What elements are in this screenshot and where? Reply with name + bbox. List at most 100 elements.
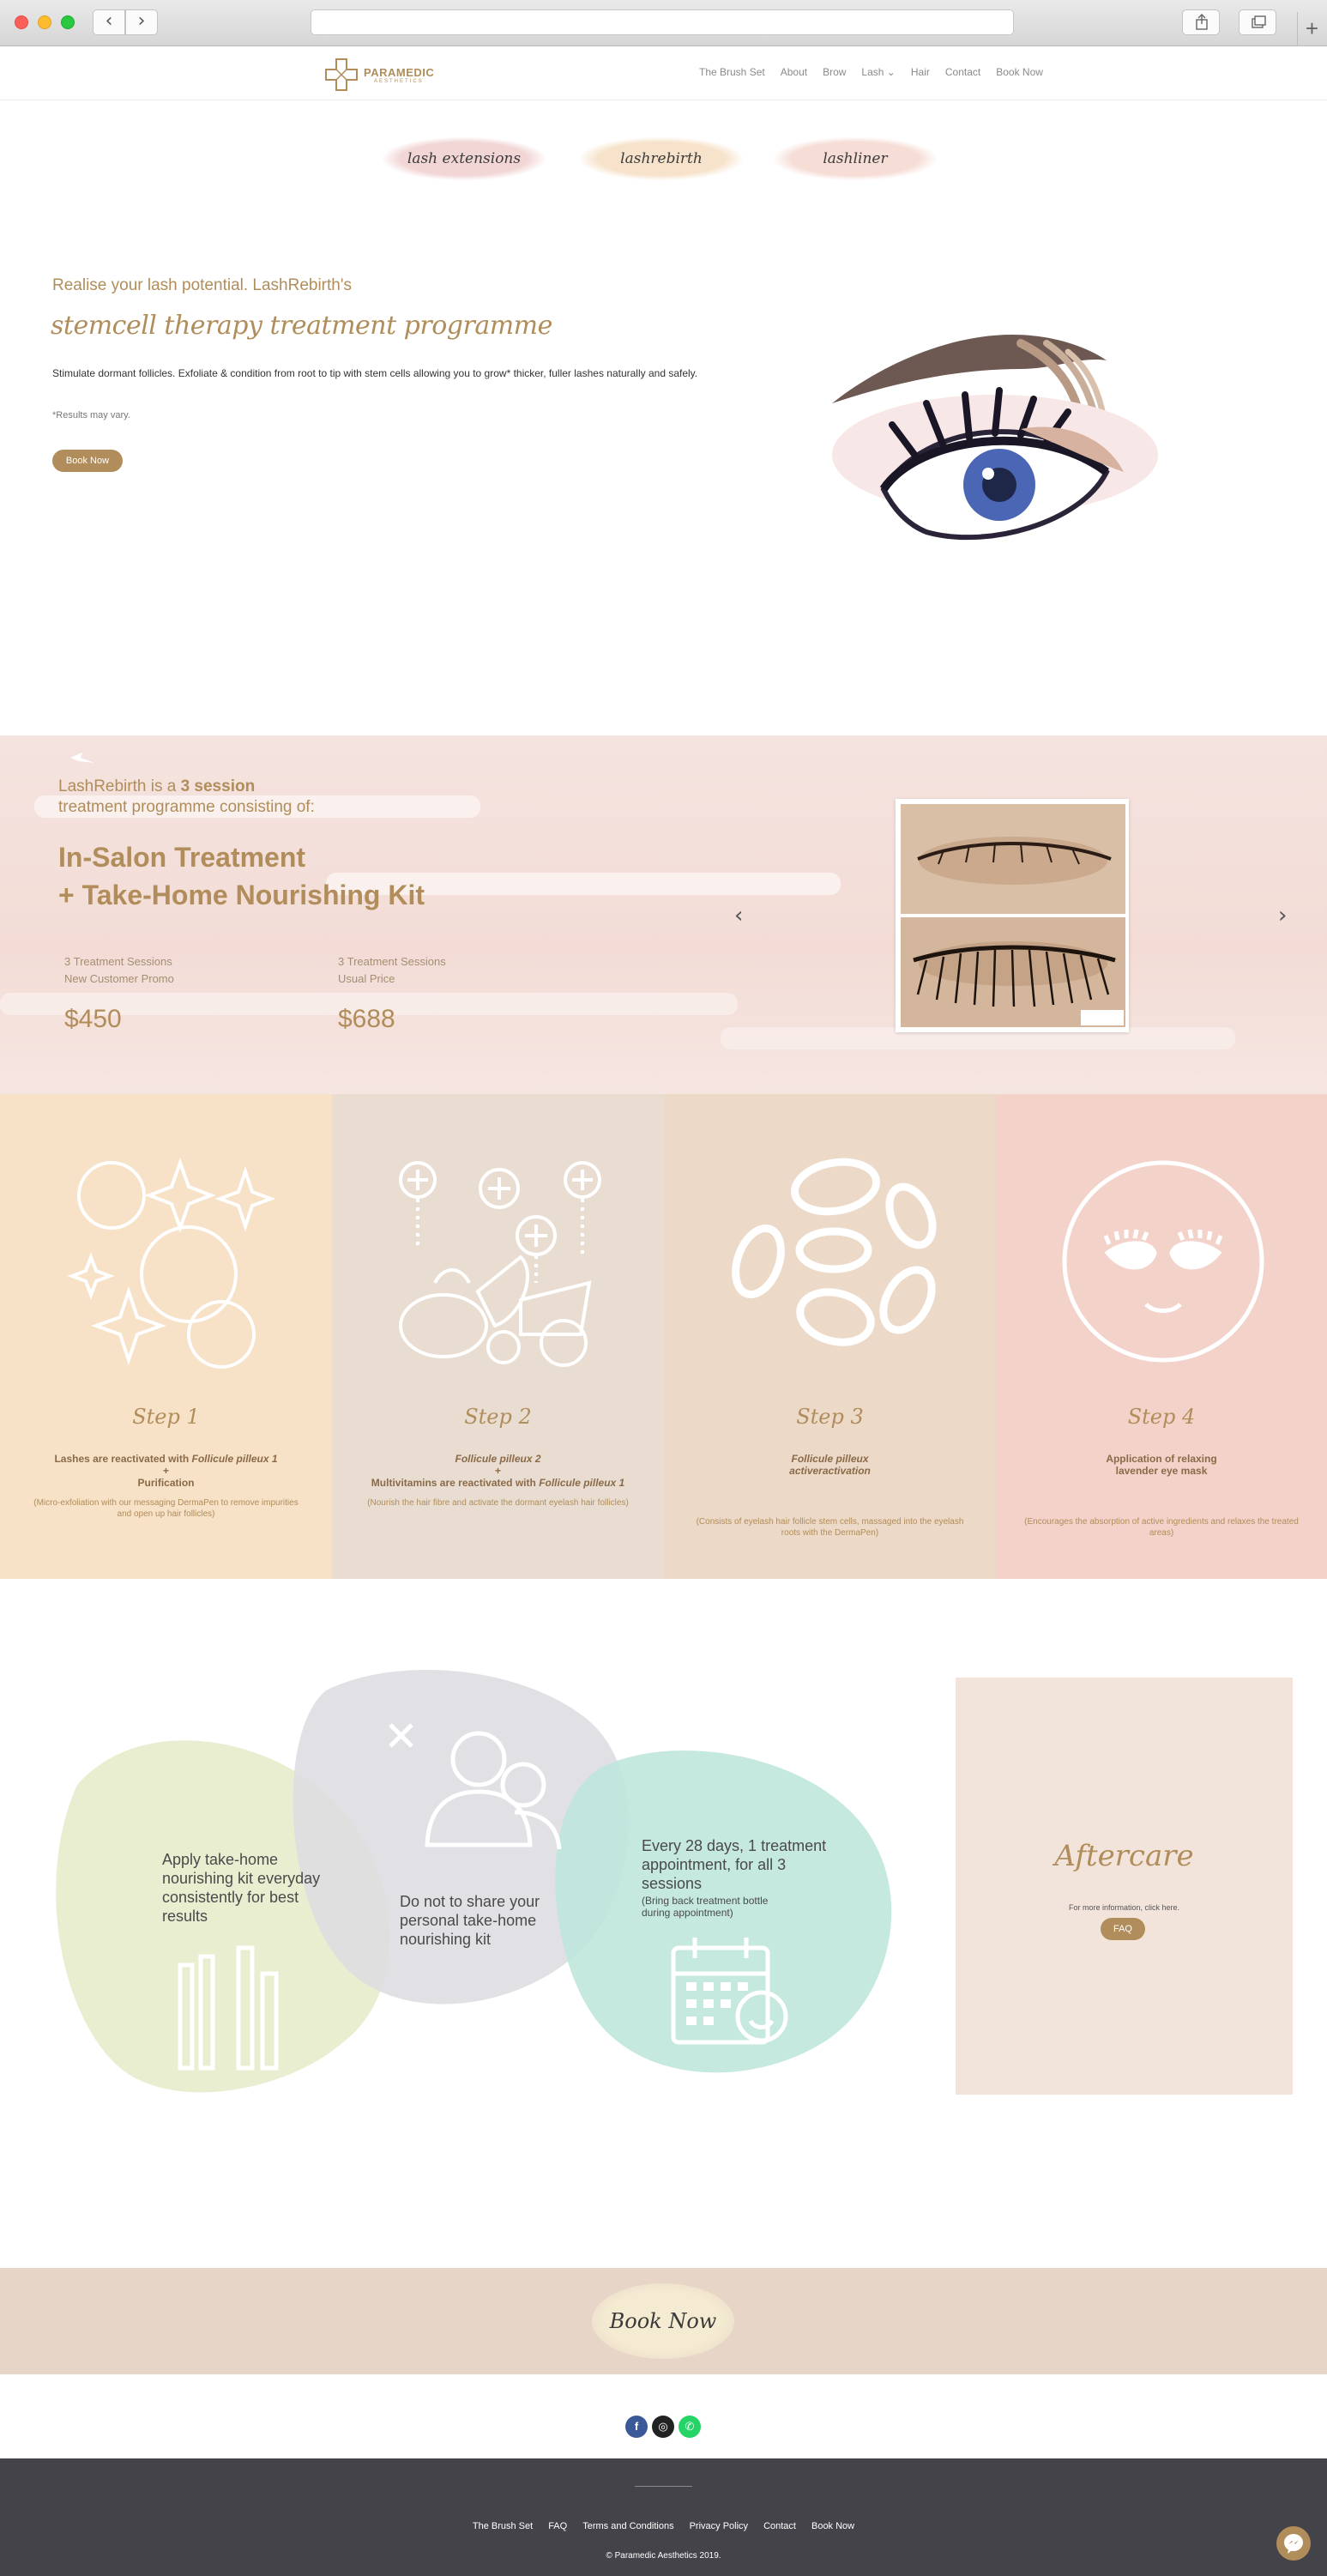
step-description: (Micro-exfoliation with our messaging De… <box>33 1498 299 1519</box>
messenger-chat-button[interactable] <box>1276 2526 1311 2561</box>
step-title: Step 3 <box>796 1405 864 1429</box>
share-button[interactable] <box>1182 9 1220 35</box>
whatsapp-icon[interactable]: ✆ <box>679 2416 701 2438</box>
site-header: PARAMEDIC AESTHETICS The Brush Set About… <box>0 47 1327 100</box>
price-label-usual: 3 Treatment Sessions Usual Price <box>338 953 446 988</box>
tab-lashliner[interactable]: lashliner <box>774 137 937 180</box>
zoom-window-button[interactable] <box>61 15 75 29</box>
logo-text: PARAMEDIC <box>364 66 435 79</box>
minimize-window-button[interactable] <box>38 15 51 29</box>
hero-note: *Results may vary. <box>52 410 130 420</box>
aftercare-info-link[interactable]: For more information, click here. <box>956 1903 1293 1912</box>
nav-link-lash-label: Lash <box>861 66 884 78</box>
faq-button[interactable]: FAQ <box>1101 1918 1145 1940</box>
facebook-icon[interactable]: f <box>625 2416 648 2438</box>
stem-cells-icon <box>732 1158 937 1346</box>
step-heading-emphasis: Follicule pilleux 1 <box>191 1453 278 1465</box>
carousel-next-arrow[interactable]: › <box>1278 903 1287 928</box>
forward-button[interactable]: › <box>125 9 158 35</box>
copyright: © Paramedic Aesthetics 2019. <box>606 2551 721 2561</box>
book-now-band: Book Now <box>0 2268 1327 2374</box>
step-title: Step 2 <box>464 1405 532 1429</box>
blob-text-green: Apply take-home nourishing kit everyday … <box>162 1851 321 1925</box>
step-description: (Encourages the absorption of active ing… <box>1024 1517 1299 1538</box>
tab-lashrebirth[interactable]: lashrebirth <box>580 137 743 180</box>
program-intro-prefix: LashRebirth is a <box>58 777 181 795</box>
footer-divider <box>635 2486 692 2487</box>
hero-book-now-button[interactable]: Book Now <box>52 450 123 472</box>
step-heading-emphasis-2: Follicule pilleux 1 <box>539 1477 625 1489</box>
logo-subtext: AESTHETICS <box>374 79 424 84</box>
messenger-icon <box>1284 2534 1303 2554</box>
site-logo[interactable]: PARAMEDIC AESTHETICS <box>324 54 444 92</box>
nav-link-hair[interactable]: Hair <box>911 66 930 78</box>
tabs-icon <box>1252 15 1266 28</box>
step-description: (Nourish the hair fibre and activate the… <box>367 1498 629 1508</box>
aftercare-card: Aftercare For more information, click he… <box>956 1678 1293 2095</box>
program-intro-bold: 3 session <box>180 777 256 795</box>
step-title: Step 1 <box>132 1405 200 1429</box>
footer-link-contact[interactable]: Contact <box>763 2521 796 2531</box>
aftercare-title: Aftercare <box>1054 1839 1194 1873</box>
step-heading: Application of relaxing lavender eye mas… <box>1013 1453 1310 1477</box>
nav-link-brow[interactable]: Brow <box>823 66 846 78</box>
main-nav: The Brush Set About Brow Lash ⌄ Hair Con… <box>699 66 1043 78</box>
eye-mask-face-icon <box>1062 1160 1264 1363</box>
price-usual: $688 <box>338 1005 395 1033</box>
program-title-line2: + Take-Home Nourishing Kit <box>58 880 425 910</box>
price-label-usual-line1: 3 Treatment Sessions <box>338 955 446 968</box>
step-heading-line1: Follicule pilleux <box>791 1453 869 1465</box>
address-bar[interactable] <box>311 9 1014 35</box>
step-description: (Consists of eyelash hair follicle stem … <box>696 1517 964 1538</box>
blob-text-teal: Every 28 days, 1 treatment appointment, … <box>642 1837 827 1892</box>
lash-before-image <box>901 804 1125 914</box>
footer-link-brush-set[interactable]: The Brush Set <box>473 2521 533 2531</box>
program-intro: LashRebirth is a 3 session treatment pro… <box>58 777 315 818</box>
footer-link-faq[interactable]: FAQ <box>548 2521 567 2531</box>
before-after-photo <box>896 799 1129 1032</box>
footer-link-terms[interactable]: Terms and Conditions <box>582 2521 673 2531</box>
new-tab-button[interactable]: + <box>1297 12 1326 46</box>
blob-text-grey: Do not to share your personal take-home … <box>400 1893 540 1948</box>
nav-link-book-now[interactable]: Book Now <box>996 66 1043 78</box>
program-title-line1: In-Salon Treatment <box>58 842 306 873</box>
step-heading-text: Lashes are reactivated with <box>54 1453 192 1465</box>
step-heading-line2: activeractivation <box>789 1465 871 1477</box>
step-heading-line3: Purification <box>137 1477 195 1489</box>
book-now-button[interactable]: Book Now <box>592 2283 734 2359</box>
price-label-promo-line2: New Customer Promo <box>64 972 174 985</box>
step-heading-plus: + <box>494 1465 501 1477</box>
eye-illustration <box>832 335 1158 541</box>
blob-text-teal-note: (Bring back treatment bottle during appo… <box>642 1895 769 1919</box>
footer-nav: The Brush Set FAQ Terms and Conditions P… <box>0 2521 1327 2531</box>
footer-link-book-now[interactable]: Book Now <box>811 2521 854 2531</box>
footer-link-privacy[interactable]: Privacy Policy <box>690 2521 748 2531</box>
tab-overview-button[interactable] <box>1239 9 1276 35</box>
price-promo: $450 <box>64 1005 122 1033</box>
chevron-down-icon: ⌄ <box>886 66 896 78</box>
step-card-4: Step 4 Application of relaxing lavender … <box>996 1094 1327 1579</box>
lash-after-image <box>901 917 1125 1027</box>
tab-lash-extensions[interactable]: lash extensions <box>383 137 546 180</box>
step-card-1: Step 1 Lashes are reactivated with Folli… <box>0 1094 332 1579</box>
step-card-2: Step 2 Follicule pilleux 2 + Multivitami… <box>332 1094 664 1579</box>
hero-description: Stimulate dormant follicles. Exfoliate &… <box>52 367 698 379</box>
site-footer: The Brush Set FAQ Terms and Conditions P… <box>0 2458 1327 2576</box>
instagram-icon[interactable]: ◎ <box>652 2416 674 2438</box>
nav-link-about[interactable]: About <box>781 66 807 78</box>
close-window-button[interactable] <box>15 15 28 29</box>
nav-link-lash[interactable]: Lash ⌄ <box>861 66 895 78</box>
nav-link-brush-set[interactable]: The Brush Set <box>699 66 765 78</box>
step-heading: Lashes are reactivated with Follicule pi… <box>17 1453 315 1489</box>
carousel-prev-arrow[interactable]: ‹ <box>734 903 743 928</box>
hero-script-title: stemcell therapy treatment programme <box>51 311 552 341</box>
nav-link-contact[interactable]: Contact <box>945 66 980 78</box>
step-heading-line2: lavender eye mask <box>1115 1465 1208 1477</box>
program-intro-line2: treatment programme consisting of: <box>58 798 315 816</box>
step-title: Step 4 <box>1127 1405 1196 1429</box>
step-heading-plus: + <box>162 1465 169 1477</box>
hero-intro: Realise your lash potential. LashRebirth… <box>52 276 352 294</box>
program-title: In-Salon Treatment + Take-Home Nourishin… <box>58 838 425 914</box>
back-button[interactable]: ‹ <box>93 9 125 35</box>
step-heading-emphasis: Follicule pilleux 2 <box>455 1453 541 1465</box>
